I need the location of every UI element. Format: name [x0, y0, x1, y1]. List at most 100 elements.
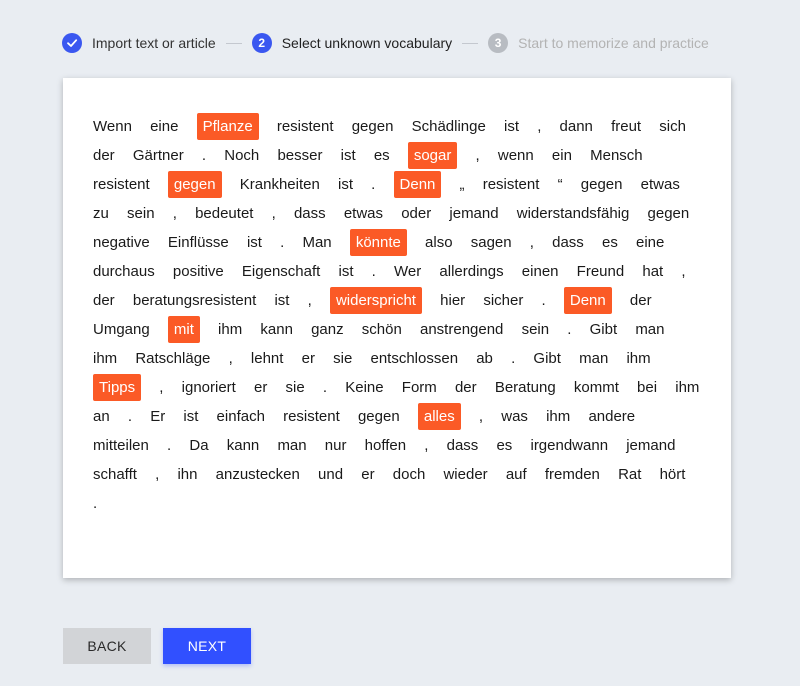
word[interactable]: , — [308, 292, 312, 309]
word[interactable]: Eigenschaft — [242, 263, 320, 280]
word[interactable]: ist — [274, 292, 289, 309]
word[interactable]: Beratung — [495, 379, 556, 396]
word[interactable]: , — [272, 205, 276, 222]
word[interactable]: „ — [460, 176, 465, 193]
word[interactable]: dass — [447, 437, 479, 454]
word[interactable]: Gärtner — [133, 147, 184, 164]
word[interactable]: der — [93, 147, 115, 164]
word[interactable]: ist — [247, 234, 262, 251]
selected-word[interactable]: sogar — [407, 142, 458, 169]
word[interactable]: sie — [333, 350, 352, 367]
word[interactable]: ignoriert — [182, 379, 236, 396]
word[interactable]: einfach — [217, 408, 265, 425]
word[interactable]: es — [602, 234, 618, 251]
word[interactable]: oder — [401, 205, 431, 222]
word[interactable]: . — [567, 321, 571, 338]
word[interactable]: Einflüsse — [168, 234, 229, 251]
word[interactable]: zu — [93, 205, 109, 222]
word[interactable]: es — [374, 147, 390, 164]
word[interactable]: schön — [362, 321, 402, 338]
word[interactable]: ist — [504, 118, 519, 135]
word[interactable]: wieder — [443, 466, 487, 483]
word[interactable]: jemand — [449, 205, 498, 222]
selected-word[interactable]: Denn — [393, 171, 442, 198]
selected-word[interactable]: mit — [167, 316, 200, 343]
word[interactable]: man — [277, 437, 306, 454]
selected-word[interactable]: alles — [417, 403, 461, 430]
word[interactable]: ihn — [177, 466, 197, 483]
word[interactable]: wenn — [498, 147, 534, 164]
word[interactable]: andere — [588, 408, 635, 425]
word[interactable]: Rat — [618, 466, 641, 483]
word[interactable]: . — [542, 292, 546, 309]
word[interactable]: ist — [338, 176, 353, 193]
word[interactable]: er — [361, 466, 374, 483]
word[interactable]: resistent — [283, 408, 340, 425]
word[interactable]: Da — [189, 437, 208, 454]
word[interactable]: eine — [636, 234, 664, 251]
word[interactable]: sicher — [483, 292, 523, 309]
word[interactable]: ist — [183, 408, 198, 425]
word[interactable]: nur — [325, 437, 347, 454]
word[interactable]: doch — [393, 466, 426, 483]
word[interactable]: er — [254, 379, 267, 396]
word[interactable]: Keine — [345, 379, 383, 396]
selected-word[interactable]: könnte — [349, 229, 407, 256]
word[interactable]: . — [371, 176, 375, 193]
word[interactable]: Ratschläge — [135, 350, 210, 367]
word[interactable]: sein — [127, 205, 155, 222]
word[interactable]: bedeutet — [195, 205, 253, 222]
word[interactable]: der — [455, 379, 477, 396]
word[interactable]: , — [537, 118, 541, 135]
word[interactable]: Wenn — [93, 118, 132, 135]
word[interactable]: ist — [341, 147, 356, 164]
word[interactable]: Gibt — [590, 321, 618, 338]
word[interactable]: resistent — [277, 118, 334, 135]
word[interactable]: Form — [402, 379, 437, 396]
word[interactable]: “ — [558, 176, 563, 193]
word[interactable]: Mensch — [590, 147, 643, 164]
next-button[interactable]: NEXT — [163, 628, 251, 664]
word[interactable]: Wer — [394, 263, 421, 280]
word[interactable]: ab — [476, 350, 493, 367]
word[interactable]: jemand — [626, 437, 675, 454]
word[interactable]: besser — [277, 147, 322, 164]
selected-word[interactable]: Tipps — [93, 374, 142, 401]
word[interactable]: , — [476, 147, 480, 164]
word[interactable]: hat — [642, 263, 663, 280]
word[interactable]: Man — [302, 234, 331, 251]
selected-word[interactable]: Denn — [563, 287, 612, 314]
word[interactable]: allerdings — [439, 263, 503, 280]
word[interactable]: auf — [506, 466, 527, 483]
word[interactable]: etwas — [344, 205, 383, 222]
word[interactable]: dass — [552, 234, 584, 251]
word[interactable]: positive — [173, 263, 224, 280]
word[interactable]: hört — [660, 466, 686, 483]
word[interactable]: hoffen — [365, 437, 406, 454]
word[interactable]: ist — [338, 263, 353, 280]
word[interactable]: der — [630, 292, 652, 309]
word[interactable]: an — [93, 408, 110, 425]
word[interactable]: anzustecken — [216, 466, 300, 483]
word[interactable]: Er — [150, 408, 165, 425]
selected-word[interactable]: Pflanze — [196, 113, 259, 140]
word[interactable]: resistent — [93, 176, 150, 193]
word[interactable]: Gibt — [533, 350, 561, 367]
word[interactable]: einen — [522, 263, 559, 280]
back-button[interactable]: BACK — [63, 628, 151, 664]
word[interactable]: widerstandsfähig — [517, 205, 630, 222]
word[interactable]: Umgang — [93, 321, 150, 338]
word[interactable]: durchaus — [93, 263, 155, 280]
word[interactable]: gegen — [581, 176, 623, 193]
word[interactable]: fremden — [545, 466, 600, 483]
word[interactable]: es — [496, 437, 512, 454]
word[interactable]: irgendwann — [530, 437, 608, 454]
word[interactable]: mitteilen — [93, 437, 149, 454]
word[interactable]: , — [424, 437, 428, 454]
word[interactable]: etwas — [641, 176, 680, 193]
word[interactable]: bei — [637, 379, 657, 396]
word[interactable]: und — [318, 466, 343, 483]
word[interactable]: sie — [286, 379, 305, 396]
word[interactable]: , — [155, 466, 159, 483]
word[interactable]: dann — [560, 118, 593, 135]
